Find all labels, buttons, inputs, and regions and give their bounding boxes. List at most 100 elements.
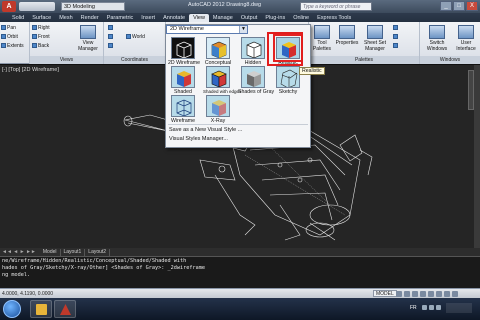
divider <box>168 124 308 125</box>
tab-manage[interactable]: Manage <box>209 14 237 22</box>
palette-toggle-2[interactable] <box>393 34 399 41</box>
user-interface-icon <box>458 25 474 39</box>
orbit-button[interactable]: Orbit <box>1 34 18 41</box>
quick-access-toolbar[interactable] <box>19 2 55 11</box>
visual-styles-manager[interactable]: Visual Styles Manager... <box>169 136 228 142</box>
navigate-panel: Pan Orbit Extents <box>0 22 30 64</box>
ucs-origin-icon <box>108 34 113 39</box>
vs-shaded-with-edges[interactable]: Shaded with edges <box>203 66 241 95</box>
maximize-button[interactable]: □ <box>453 1 465 11</box>
vs-wireframe[interactable]: Wireframe <box>168 95 198 124</box>
navigation-bar[interactable] <box>468 70 474 110</box>
clean-screen-icon[interactable] <box>452 291 458 297</box>
tab-solid[interactable]: Solid <box>8 14 28 22</box>
pan-icon <box>1 25 6 30</box>
view-back-button[interactable]: Back <box>32 43 49 50</box>
view-manager-button[interactable]: View Manager <box>74 25 102 52</box>
pan-button[interactable]: Pan <box>1 25 16 32</box>
tab-render[interactable]: Render <box>77 14 103 22</box>
vs-sketchy-label: Sketchy <box>278 89 298 95</box>
coordinates-panel: World Coordinates <box>104 22 166 64</box>
tab-layout2[interactable]: Layout2 <box>85 248 111 256</box>
tool-palettes-button[interactable]: Tool Palettes <box>311 25 333 52</box>
workspace-icon[interactable] <box>420 291 426 297</box>
visual-style-combo[interactable]: 2D Wireframe ▼ <box>166 25 248 34</box>
vs-hidden[interactable]: Hidden <box>238 37 268 66</box>
tab-insert[interactable]: Insert <box>137 14 159 22</box>
chevron-down-icon[interactable]: ▼ <box>239 26 247 33</box>
title-bar: A 3D Modeling AutoCAD 2012 Drawing8.dwg … <box>0 0 480 13</box>
ucs-icon <box>126 34 131 39</box>
tab-online[interactable]: Online <box>289 14 313 22</box>
language-indicator[interactable]: FR <box>410 305 417 311</box>
command-window[interactable]: ne/Wireframe/Hidden/Realistic/Conceptual… <box>0 256 480 288</box>
hardware-acceleration-icon[interactable] <box>436 291 442 297</box>
taskbar-explorer[interactable] <box>30 300 52 318</box>
taskbar-autocad[interactable] <box>54 300 76 318</box>
tab-surface[interactable]: Surface <box>28 14 55 22</box>
view-back-label: Back <box>38 43 50 49</box>
sheet-set-manager-label: Sheet Set Manager <box>364 40 386 52</box>
tab-express-tools[interactable]: Express Tools <box>313 14 355 22</box>
system-tray <box>422 305 441 310</box>
ucs-button[interactable] <box>108 25 114 32</box>
view-right-button[interactable]: Right <box>32 25 50 32</box>
view-manager-icon <box>80 25 96 39</box>
close-button[interactable]: X <box>466 1 478 11</box>
start-button[interactable] <box>3 300 21 318</box>
view-front-label: Front <box>38 34 50 40</box>
pan-label: Pan <box>7 25 16 31</box>
vs-x-ray[interactable]: X-Ray <box>203 95 233 124</box>
search-input[interactable]: Type a keyword or phrase <box>300 2 372 11</box>
application-menu-button[interactable]: A <box>2 1 16 12</box>
folder-icon <box>36 304 47 315</box>
vs-shaded[interactable]: Shaded <box>168 66 198 95</box>
tab-output[interactable]: Output <box>237 14 262 22</box>
tab-plug-ins[interactable]: Plug-ins <box>261 14 289 22</box>
realistic-tooltip: Realistic <box>299 67 325 75</box>
ucs-origin-button[interactable] <box>108 34 114 41</box>
tab-annotate[interactable]: Annotate <box>159 14 189 22</box>
switch-windows-button[interactable]: Switch Windows <box>424 25 450 52</box>
minimize-button[interactable]: _ <box>440 1 452 11</box>
properties-icon <box>339 25 355 39</box>
clock[interactable] <box>446 303 472 313</box>
vs-2d-wireframe[interactable]: 2D Wireframe <box>168 37 200 66</box>
sheet-set-icon <box>367 25 383 39</box>
layout-icon[interactable] <box>396 291 402 297</box>
network-icon[interactable] <box>429 305 434 310</box>
ucs-3point-icon <box>108 43 113 48</box>
annotation-scale-icon[interactable] <box>412 291 418 297</box>
x-ray-icon <box>206 95 230 117</box>
hidden-icon <box>241 37 265 59</box>
extents-button[interactable]: Extents <box>1 43 24 50</box>
workspace-selector[interactable]: 3D Modeling <box>61 2 125 11</box>
tab-parametric[interactable]: Parametric <box>103 14 138 22</box>
lock-icon[interactable] <box>428 291 434 297</box>
flag-icon[interactable] <box>422 305 427 310</box>
ucs-axis-icon <box>108 25 113 30</box>
vs-conceptual[interactable]: Conceptual <box>203 37 233 66</box>
sheet-set-manager-button[interactable]: Sheet Set Manager <box>361 25 389 52</box>
palette-toggle-3[interactable] <box>393 43 399 50</box>
properties-button[interactable]: Properties <box>334 25 360 46</box>
tab-model[interactable]: Model <box>40 248 61 256</box>
vs-shades-of-gray[interactable]: Shades of Gray <box>238 66 274 95</box>
volume-icon[interactable] <box>436 305 441 310</box>
ucs-3point-button[interactable] <box>108 43 114 50</box>
save-as-new-visual-style[interactable]: Save as a New Visual Style ... <box>169 127 242 133</box>
layout-icon[interactable] <box>404 291 410 297</box>
tab-view[interactable]: View <box>189 14 209 22</box>
user-interface-button[interactable]: User Interface <box>453 25 479 52</box>
layout-nav-arrows[interactable]: ◄◄ ◄ ► ►► <box>2 249 36 255</box>
model-space-button[interactable]: MODEL <box>373 290 397 297</box>
view-front-button[interactable]: Front <box>32 34 50 41</box>
orbit-icon <box>1 34 6 39</box>
isolate-icon[interactable] <box>444 291 450 297</box>
tab-layout1[interactable]: Layout1 <box>61 248 86 256</box>
tab-mesh[interactable]: Mesh <box>55 14 76 22</box>
palette-toggle-1[interactable] <box>393 25 399 32</box>
vertical-scrollbar[interactable] <box>474 65 480 248</box>
palette-icon <box>393 25 398 30</box>
ucs-world-dropdown[interactable]: World <box>126 34 145 41</box>
